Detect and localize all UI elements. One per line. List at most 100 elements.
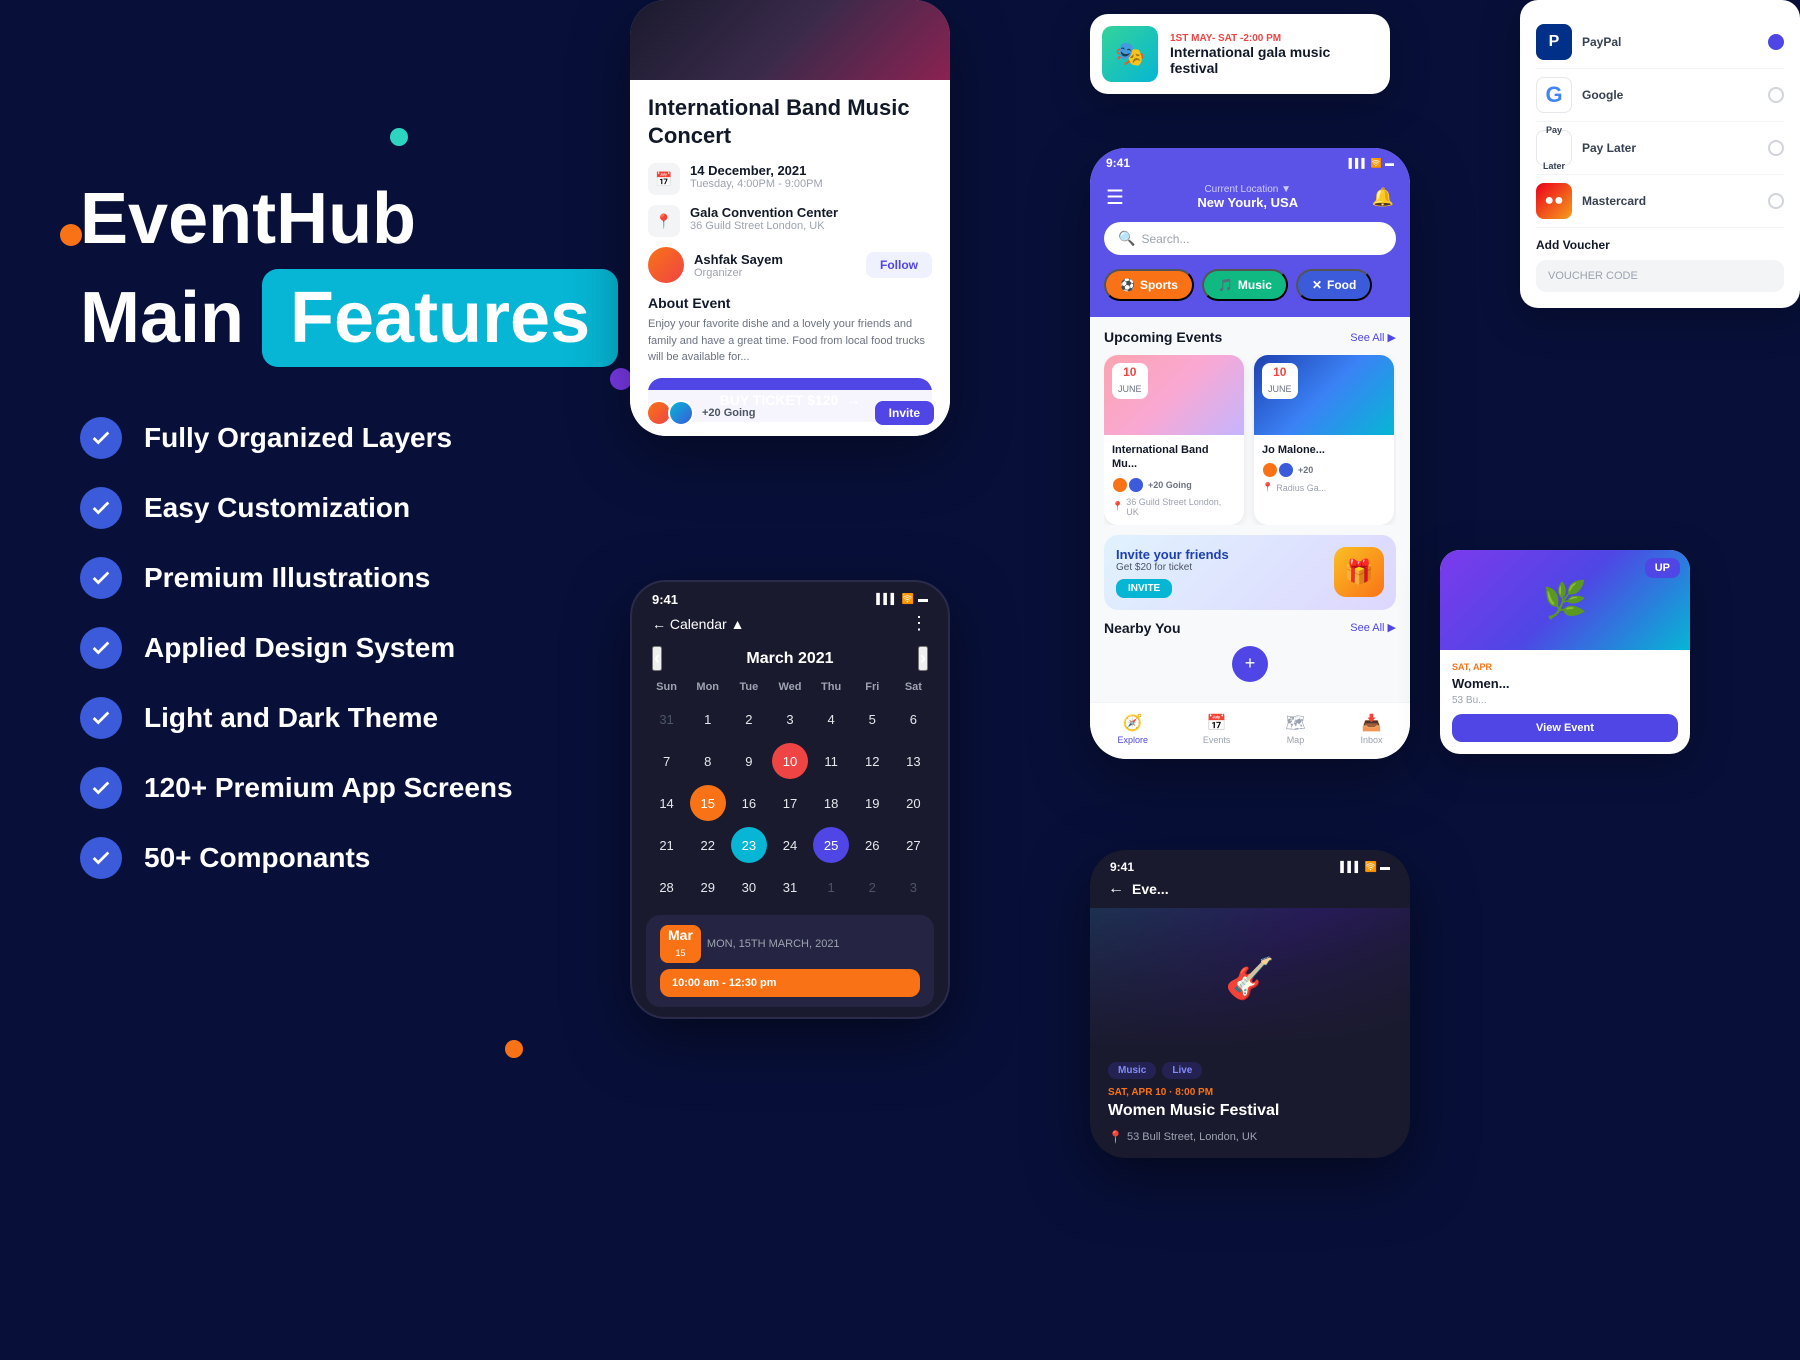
paypal-radio[interactable] xyxy=(1768,34,1784,50)
calendar-prev-button[interactable]: ‹ xyxy=(652,646,662,671)
feature-text-6: 120+ Premium App Screens xyxy=(144,772,513,804)
paypal-label: PayPal xyxy=(1582,35,1621,49)
nav-item-events[interactable]: 📅 Events xyxy=(1203,713,1231,745)
cal-day-24[interactable]: 24 xyxy=(772,827,808,863)
cal-day-22[interactable]: 22 xyxy=(690,827,726,863)
organizer-details: Ashfak Sayem Organizer xyxy=(694,252,783,279)
feature-list: Fully Organized Layers Easy Customizatio… xyxy=(80,417,610,879)
search-bar[interactable]: 🔍 Search... Filters xyxy=(1104,222,1396,255)
paylater-radio[interactable] xyxy=(1768,140,1784,156)
event-card-2[interactable]: 10 JUNE Jo Malone... +20 📍 Radius Ga... xyxy=(1254,355,1394,525)
cal-day-12[interactable]: 12 xyxy=(854,743,890,779)
add-voucher-title: Add Voucher xyxy=(1536,238,1784,252)
mastercard-payment-item[interactable]: ●● Mastercard xyxy=(1536,175,1784,228)
google-radio[interactable] xyxy=(1768,87,1784,103)
cal-day-3[interactable]: 3 xyxy=(772,701,808,737)
music-category-button[interactable]: 🎵 Music xyxy=(1202,269,1288,301)
invite-button[interactable]: Invite xyxy=(875,401,934,425)
google-logo: G xyxy=(1536,77,1572,113)
small-event-title: Women... xyxy=(1452,676,1678,691)
calendar-back-button[interactable]: ← Calendar ▲ xyxy=(652,616,744,632)
cal-day-10[interactable]: 10 xyxy=(772,743,808,779)
cal-day-23[interactable]: 23 xyxy=(731,827,767,863)
cal-day-7[interactable]: 7 xyxy=(649,743,685,779)
phone-event-detail: +20 Going Invite International Band Musi… xyxy=(630,0,950,436)
calendar-next-button[interactable]: › xyxy=(918,646,928,671)
cal-day-18[interactable]: 18 xyxy=(813,785,849,821)
cal-day-11[interactable]: 11 xyxy=(813,743,849,779)
cal-day-31-prev[interactable]: 31 xyxy=(649,701,685,737)
back-arrow-icon[interactable]: ← xyxy=(1108,880,1124,898)
event-time-row[interactable]: 10:00 am - 12:30 pm xyxy=(660,969,920,997)
cal-day-13[interactable]: 13 xyxy=(895,743,931,779)
cal-day-28[interactable]: 28 xyxy=(649,869,685,905)
mastercard-radio[interactable] xyxy=(1768,193,1784,209)
organizer-avatar xyxy=(648,247,684,283)
paylater-logo: PayLater xyxy=(1536,130,1572,166)
mastercard-logo: ●● xyxy=(1536,183,1572,219)
nearby-title: Nearby You xyxy=(1104,620,1181,636)
search-icon: 🔍 xyxy=(1118,230,1135,247)
cal-day-20[interactable]: 20 xyxy=(895,785,931,821)
nav-item-map[interactable]: 🗺 Map xyxy=(1285,713,1305,745)
google-payment-item[interactable]: G Google xyxy=(1536,69,1784,122)
check-icon-3 xyxy=(80,557,122,599)
cal-day-26[interactable]: 26 xyxy=(854,827,890,863)
food-category-button[interactable]: ✕ Food xyxy=(1296,269,1372,301)
cal-day-19[interactable]: 19 xyxy=(854,785,890,821)
sports-category-button[interactable]: ⚽ Sports xyxy=(1104,269,1194,301)
filters-button[interactable]: Filters xyxy=(1339,230,1382,247)
cal-day-21[interactable]: 21 xyxy=(649,827,685,863)
nearby-add-button[interactable]: + xyxy=(1232,646,1268,682)
mastercard-label: Mastercard xyxy=(1582,194,1646,208)
about-text: Enjoy your favorite dishe and a lovely y… xyxy=(648,316,932,366)
calendar-more-button[interactable]: ⋮ xyxy=(910,613,928,634)
cal-day-2[interactable]: 2 xyxy=(731,701,767,737)
feature-item-4: Applied Design System xyxy=(80,627,610,669)
paylater-payment-item[interactable]: PayLater Pay Later xyxy=(1536,122,1784,175)
cal-day-3-next[interactable]: 3 xyxy=(895,869,931,905)
cal-day-9[interactable]: 9 xyxy=(731,743,767,779)
see-all-events-link[interactable]: See All ▶ xyxy=(1350,331,1396,344)
cal-day-14[interactable]: 14 xyxy=(649,785,685,821)
cal-day-2-next[interactable]: 2 xyxy=(854,869,890,905)
up-badge: UP xyxy=(1645,558,1680,578)
event-date-main: 14 December, 2021 xyxy=(690,163,823,178)
going-avatar-3 xyxy=(1262,462,1278,478)
app-status-icons: ▌▌▌ 🛜 ▬ xyxy=(1349,158,1394,169)
cal-day-29[interactable]: 29 xyxy=(690,869,726,905)
cal-day-8[interactable]: 8 xyxy=(690,743,726,779)
cal-day-31[interactable]: 31 xyxy=(772,869,808,905)
see-all-nearby-link[interactable]: See All ▶ xyxy=(1350,621,1396,634)
nav-item-inbox[interactable]: 📥 Inbox xyxy=(1361,713,1383,745)
event-card-1[interactable]: 10 JUNE International Band Mu... +20 Goi… xyxy=(1104,355,1244,525)
cal-day-5[interactable]: 5 xyxy=(854,701,890,737)
menu-icon[interactable]: ☰ xyxy=(1106,185,1124,210)
cal-day-25[interactable]: 25 xyxy=(813,827,849,863)
going-count: +20 Going xyxy=(702,407,756,419)
notification-icon[interactable]: 🔔 xyxy=(1372,187,1394,208)
invite-friends-button[interactable]: INVITE xyxy=(1116,579,1172,598)
paypal-payment-item[interactable]: P PayPal xyxy=(1536,16,1784,69)
cal-day-17[interactable]: 17 xyxy=(772,785,808,821)
calendar-days-header: Sun Mon Tue Wed Thu Fri Sat xyxy=(646,681,934,693)
nav-item-explore[interactable]: 🧭 Explore xyxy=(1117,713,1148,745)
calendar-status-icons: ▌▌▌ 🛜 ▬ xyxy=(876,594,928,605)
voucher-input[interactable]: VOUCHER CODE xyxy=(1536,260,1784,292)
paypal-logo: P xyxy=(1536,24,1572,60)
map-label: Map xyxy=(1287,735,1305,745)
cal-day-6[interactable]: 6 xyxy=(895,701,931,737)
check-icon-2 xyxy=(80,487,122,529)
add-voucher-section: Add Voucher VOUCHER CODE xyxy=(1536,238,1784,292)
cal-day-1[interactable]: 1 xyxy=(690,701,726,737)
cal-day-15[interactable]: 15 xyxy=(690,785,726,821)
cal-day-27[interactable]: 27 xyxy=(895,827,931,863)
small-event-button[interactable]: View Event xyxy=(1452,714,1678,742)
cal-day-30[interactable]: 30 xyxy=(731,869,767,905)
cal-day-16[interactable]: 16 xyxy=(731,785,767,821)
cal-day-1-next[interactable]: 1 xyxy=(813,869,849,905)
dark-event-body: Music Live SAT, APR 10 · 8:00 PM Women M… xyxy=(1090,1048,1410,1158)
location-info: Current Location ▼ New Yourk, USA xyxy=(1197,184,1298,210)
cal-day-4[interactable]: 4 xyxy=(813,701,849,737)
follow-button[interactable]: Follow xyxy=(866,252,932,278)
